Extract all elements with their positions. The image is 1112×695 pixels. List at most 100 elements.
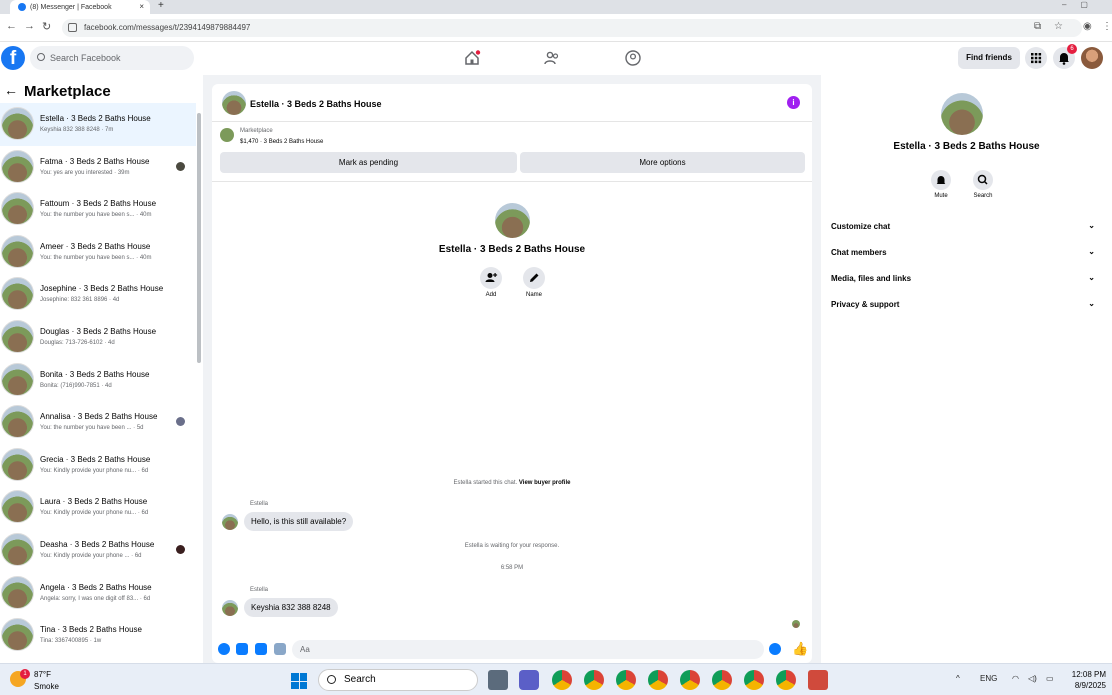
find-friends-button[interactable]: Find friends [958, 47, 1020, 69]
list-item[interactable]: Estella · 3 Beds 2 Baths House Keyshia 8… [0, 103, 196, 146]
language-indicator[interactable]: ENG [980, 674, 997, 683]
sticker-icon[interactable] [255, 643, 267, 655]
app-icon[interactable] [808, 670, 828, 690]
browser-menu-icon[interactable]: ⋮ [1102, 21, 1112, 32]
friends-icon[interactable] [543, 49, 561, 67]
taskbar-search-input[interactable]: Search [318, 669, 478, 691]
details-name: Estella · 3 Beds 2 Baths House [893, 141, 1040, 152]
message-bubble[interactable]: Hello, is this still available? [244, 512, 354, 531]
chat-title[interactable]: Estella · 3 Beds 2 Baths House [250, 99, 382, 109]
list-item[interactable]: Tina · 3 Beds 2 Baths House Tina: 336740… [0, 614, 196, 657]
add-action[interactable]: Add [479, 267, 503, 298]
window-controls[interactable]: –▢ [1062, 0, 1102, 9]
account-avatar[interactable] [1081, 47, 1103, 69]
forward-arrow-icon[interactable]: → [24, 20, 35, 32]
message-input[interactable]: Aa [292, 640, 764, 659]
name-action[interactable]: Name [522, 267, 546, 298]
notifications-bell-icon[interactable]: 6 [1053, 44, 1077, 69]
task-view-icon[interactable] [488, 670, 508, 690]
listing-price[interactable]: $1,470 · 3 Beds 2 Baths House [240, 139, 323, 145]
list-item[interactable]: Fattoum · 3 Beds 2 Baths House You: the … [0, 188, 196, 231]
profile-circle-icon[interactable] [624, 49, 642, 67]
reload-icon[interactable]: ↻ [42, 20, 51, 33]
chrome-icon[interactable] [648, 670, 668, 690]
list-item[interactable]: Douglas · 3 Beds 2 Baths House Douglas: … [0, 316, 196, 359]
system-clock[interactable]: 12:08 PM 8/9/2025 [1066, 669, 1106, 691]
bookmark-star-icon[interactable]: ☆ [1054, 21, 1063, 32]
list-item[interactable]: Deasha · 3 Beds 2 Baths House You: Kindl… [0, 529, 196, 572]
contact-avatar[interactable] [495, 203, 530, 238]
menu-grid-icon[interactable] [1025, 47, 1047, 69]
weather-temp: 87°F [34, 670, 51, 679]
conversation-name: Fatma · 3 Beds 2 Baths House [40, 156, 150, 166]
more-options-button[interactable]: More options [520, 152, 805, 173]
avatar [1, 575, 34, 609]
list-item[interactable]: Angela · 3 Beds 2 Baths House Angela: so… [0, 572, 196, 615]
emoji-icon[interactable] [769, 643, 781, 655]
info-icon[interactable]: i [787, 96, 800, 109]
battery-icon[interactable]: ▭ [1046, 674, 1054, 683]
tab-close-icon[interactable]: × [139, 2, 144, 11]
conversation-snippet: Bonita: (716)990-7851 · 4d [40, 382, 112, 389]
privacy-support-row[interactable]: Privacy & support ⌄ [831, 299, 1095, 309]
sidebar-scrollbar[interactable] [197, 113, 201, 363]
mark-as-pending-button[interactable]: Mark as pending [220, 152, 517, 173]
sender-avatar[interactable] [222, 514, 238, 530]
customize-chat-row[interactable]: Customize chat ⌄ [831, 221, 1095, 231]
list-item[interactable]: Fatma · 3 Beds 2 Baths House You: yes ar… [0, 146, 196, 189]
chrome-icon[interactable] [712, 670, 732, 690]
conversation-name: Laura · 3 Beds 2 Baths House [40, 497, 148, 507]
volume-icon[interactable]: ◁) [1028, 674, 1037, 683]
message-input-placeholder: Aa [300, 645, 310, 654]
tray-chevron-icon[interactable]: ^ [956, 674, 960, 683]
search-input[interactable]: Search Facebook [30, 46, 194, 70]
list-item[interactable]: Josephine · 3 Beds 2 Baths House Josephi… [0, 273, 196, 316]
conversation-snippet: Douglas: 713-726-6102 · 4d [40, 339, 115, 346]
message-bubble[interactable]: Keyshia 832 388 8248 [244, 598, 338, 617]
mute-action[interactable]: Mute [926, 170, 956, 199]
media-files-links-row[interactable]: Media, files and links ⌄ [831, 273, 1095, 283]
teams-icon[interactable] [519, 670, 539, 690]
list-item[interactable]: Ameer · 3 Beds 2 Baths House You: the nu… [0, 231, 196, 274]
conversation-snippet: Angela: sorry, I was one digit off 83...… [40, 595, 151, 602]
facebook-logo-icon[interactable]: f [1, 46, 25, 70]
list-item[interactable]: Grecia · 3 Beds 2 Baths House You: Kindl… [0, 444, 196, 487]
back-arrow-icon[interactable]: ← [6, 20, 17, 32]
list-item[interactable]: Annalisa · 3 Beds 2 Baths House You: the… [0, 401, 196, 444]
sender-avatar[interactable] [222, 600, 238, 616]
list-item[interactable]: Bonita · 3 Beds 2 Baths House Bonita: (7… [0, 359, 196, 402]
chrome-icon[interactable] [552, 670, 572, 690]
chat-members-row[interactable]: Chat members ⌄ [831, 247, 1095, 257]
wifi-icon[interactable]: ◠ [1012, 674, 1019, 683]
plus-circle-icon[interactable] [218, 643, 230, 655]
chrome-icon[interactable] [584, 670, 604, 690]
windows-start-icon[interactable] [291, 673, 307, 689]
search-action[interactable]: Search [968, 170, 998, 199]
listing-thumbnail[interactable] [220, 128, 234, 142]
browser-tab[interactable]: (8) Messenger | Facebook × [10, 0, 150, 14]
url-field[interactable]: facebook.com/messages/t/2394149879884497 [62, 19, 1082, 37]
site-info-icon[interactable] [68, 23, 77, 32]
gif-icon[interactable] [274, 643, 286, 655]
conversation-name: Ameer · 3 Beds 2 Baths House [40, 241, 151, 251]
profile-icon[interactable]: ◉ [1083, 21, 1092, 32]
home-icon[interactable] [463, 49, 481, 67]
mute-label: Mute [934, 193, 948, 199]
avatar [1, 149, 34, 183]
thumbs-up-icon[interactable]: 👍 [792, 641, 808, 657]
back-arrow-icon[interactable]: ← [4, 82, 18, 98]
view-buyer-profile-link[interactable]: View buyer profile [519, 480, 571, 486]
photo-icon[interactable] [236, 643, 248, 655]
contact-name: Estella · 3 Beds 2 Baths House [438, 244, 586, 255]
waiting-notice: Estella is waiting for your response. [464, 543, 560, 549]
chevron-down-icon: ⌄ [1088, 247, 1095, 256]
chrome-icon[interactable] [776, 670, 796, 690]
chrome-icon[interactable] [616, 670, 636, 690]
chrome-icon[interactable] [744, 670, 764, 690]
list-item[interactable]: Laura · 3 Beds 2 Baths House You: Kindly… [0, 486, 196, 529]
details-avatar[interactable] [941, 93, 983, 135]
chrome-icon[interactable] [680, 670, 700, 690]
new-tab-icon[interactable]: + [158, 0, 164, 11]
avatar[interactable] [222, 91, 246, 115]
cast-icon[interactable]: ⧉ [1034, 21, 1041, 32]
